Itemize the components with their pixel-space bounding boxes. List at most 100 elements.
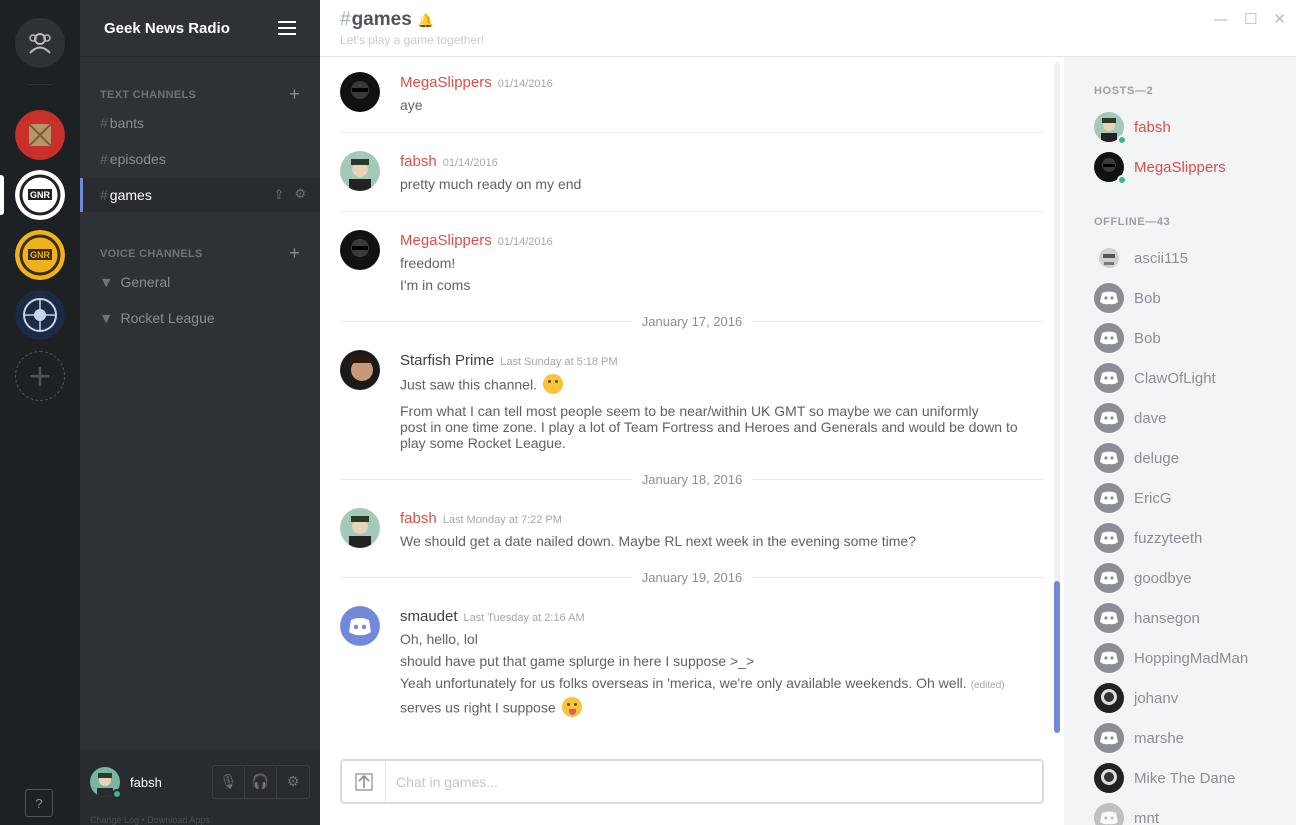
settings-icon[interactable]: ⚙ xyxy=(294,187,306,203)
user-settings-icon[interactable]: ⚙ xyxy=(277,766,309,798)
bell-icon[interactable]: 🔔 xyxy=(418,14,434,29)
channel-episodes[interactable]: # episodes xyxy=(80,142,320,176)
member-item[interactable]: goodbye xyxy=(1094,562,1192,594)
channel-label: episodes xyxy=(109,151,166,167)
microphone-icon[interactable]: 🎙 xyxy=(213,766,245,798)
member-item[interactable]: fabsh xyxy=(1094,111,1171,145)
message: MegaSlippers 01/14/2016 freedom! I'm in c… xyxy=(340,230,1044,293)
chat-input[interactable] xyxy=(396,771,1016,793)
avatar[interactable] xyxy=(340,230,380,270)
help-button[interactable]: ? xyxy=(25,789,53,817)
server-icon-gnr-gold[interactable]: GNR xyxy=(15,230,65,280)
message-author[interactable]: MegaSlippers xyxy=(400,232,492,249)
message-author[interactable]: smaudet xyxy=(400,608,458,625)
grinning-sweat-emoji-icon xyxy=(542,374,563,394)
hosts-section-label: HOSTS—2 xyxy=(1094,85,1154,97)
server-rail: GNR GNR + ? xyxy=(0,0,80,825)
member-item[interactable]: deluge xyxy=(1094,442,1179,474)
member-item[interactable]: HoppingMadMan xyxy=(1094,642,1248,674)
message-author[interactable]: Starfish Prime xyxy=(400,352,494,369)
message-author[interactable]: MegaSlippers xyxy=(400,74,492,91)
message: smaudet Last Tuesday at 2:16 AM Oh, hello… xyxy=(340,606,1044,719)
date-divider: January 18, 2016 xyxy=(340,472,1044,487)
member-item[interactable]: mnt xyxy=(1094,802,1159,825)
friends-icon xyxy=(29,33,51,54)
server-header[interactable]: Geek News Radio xyxy=(80,0,320,57)
category-label: TEXT CHANNELS xyxy=(100,88,197,101)
minimize-icon[interactable]: — xyxy=(1213,10,1228,28)
avatar[interactable] xyxy=(340,508,380,548)
message-header: MegaSlippers 01/14/2016 xyxy=(400,73,553,94)
server-icon-geek-news-radio[interactable]: GNR xyxy=(15,170,65,220)
message-text: Yeah unfortunately for us folks overseas… xyxy=(400,675,1005,694)
footer-links[interactable]: Change Log • Download Apps xyxy=(90,815,210,825)
member-item[interactable]: Mike The Dane xyxy=(1094,762,1235,794)
message-text: From what I can tell most people seem to… xyxy=(400,403,979,419)
discord-logo-icon xyxy=(1100,371,1118,385)
member-name: ClawOfLight xyxy=(1134,369,1216,387)
avatar xyxy=(1094,152,1127,185)
active-server-indicator xyxy=(0,175,4,215)
message-divider xyxy=(340,211,1044,212)
message-author[interactable]: fabsh xyxy=(400,510,437,527)
member-name: fuzzyteeth xyxy=(1134,529,1203,547)
chat-header: #games 🔔 Let's play a game together! — ☐ … xyxy=(320,0,1296,57)
date-divider-label: January 17, 2016 xyxy=(641,314,743,329)
member-name: HoppingMadMan xyxy=(1134,649,1249,667)
maximize-icon[interactable]: ☐ xyxy=(1244,10,1257,28)
message: Starfish Prime Last Sunday at 5:18 PM Jus… xyxy=(340,350,1044,451)
close-icon[interactable]: ✕ xyxy=(1273,10,1286,28)
avatar[interactable] xyxy=(340,606,380,646)
friends-home-button[interactable] xyxy=(15,18,65,68)
avatar xyxy=(1094,403,1124,433)
discord-logo-icon xyxy=(1100,731,1118,745)
discord-logo-icon xyxy=(1100,411,1118,425)
scrollbar-thumb[interactable] xyxy=(1054,581,1060,733)
member-item[interactable]: MegaSlippers xyxy=(1094,151,1226,185)
member-item[interactable]: hansegon xyxy=(1094,602,1200,634)
member-item[interactable]: Bob xyxy=(1094,282,1161,314)
voice-channel-general[interactable]: ▼ General xyxy=(102,274,170,290)
member-item[interactable]: johanv xyxy=(1094,682,1178,714)
member-item[interactable]: marshe xyxy=(1094,722,1184,754)
channel-games[interactable]: # games ⇪ ⚙ xyxy=(80,178,320,212)
invite-icon[interactable]: ⇪ xyxy=(273,187,284,203)
message-header: fabsh 01/14/2016 xyxy=(400,152,498,173)
message-scrollbar[interactable] xyxy=(1054,62,1060,733)
message-header: Starfish Prime Last Sunday at 5:18 PM xyxy=(400,351,618,372)
add-channel-icon[interactable]: + xyxy=(289,84,300,105)
member-item[interactable]: dave xyxy=(1094,402,1167,434)
message-text-span: Just saw this channel. xyxy=(400,376,537,393)
message: MegaSlippers 01/14/2016 aye xyxy=(340,72,1044,113)
upload-button[interactable] xyxy=(342,761,386,802)
menu-icon[interactable] xyxy=(278,21,296,35)
hash-icon: # xyxy=(100,115,108,131)
add-server-button[interactable]: + xyxy=(15,351,65,401)
member-name: mnt xyxy=(1134,809,1160,825)
voice-channel-rocket-league[interactable]: ▼ Rocket League xyxy=(102,310,215,326)
member-name: deluge xyxy=(1134,449,1180,467)
member-item[interactable]: fuzzyteeth xyxy=(1094,522,1202,554)
avatar[interactable] xyxy=(340,350,380,390)
member-item[interactable]: EricG xyxy=(1094,482,1172,514)
online-status-dot xyxy=(1117,175,1127,185)
member-item[interactable]: Bob xyxy=(1094,322,1161,354)
member-name: goodbye xyxy=(1134,569,1192,587)
server-icon-emblem[interactable] xyxy=(15,290,65,340)
message-composer xyxy=(340,759,1044,804)
avatar[interactable] xyxy=(340,151,380,191)
add-channel-icon[interactable]: + xyxy=(289,243,300,264)
avatar xyxy=(1094,683,1124,713)
member-name: dave xyxy=(1134,409,1167,427)
message-text: serves us right I suppose xyxy=(400,697,582,719)
message: fabsh Last Monday at 7:22 PM We should ge… xyxy=(340,508,1044,549)
member-item[interactable]: ClawOfLight xyxy=(1094,362,1216,394)
user-panel: fabsh 🎙 🎧 ⚙ Change Log • Download Apps xyxy=(80,750,320,825)
avatar[interactable] xyxy=(340,72,380,112)
member-item[interactable]: ascii115 xyxy=(1094,242,1188,274)
channel-bants[interactable]: # bants xyxy=(80,106,320,140)
headphones-icon[interactable]: 🎧 xyxy=(245,766,277,798)
message-author[interactable]: fabsh xyxy=(400,153,437,170)
server-icon-crate[interactable] xyxy=(15,110,65,160)
member-name: Bob xyxy=(1134,289,1161,307)
